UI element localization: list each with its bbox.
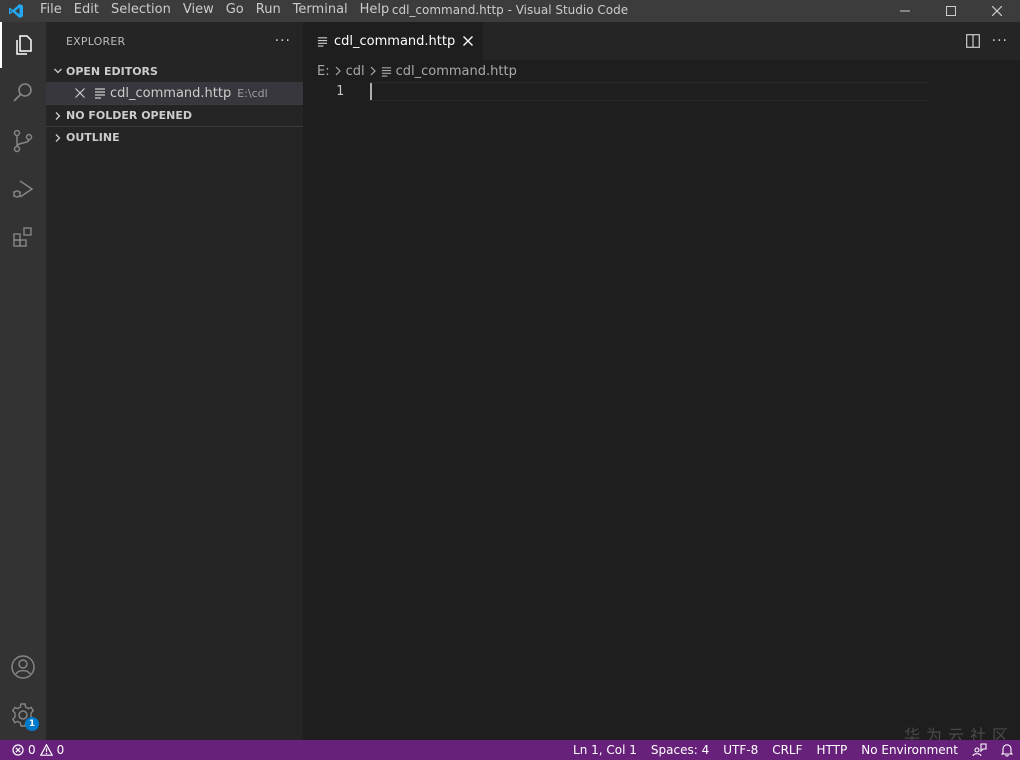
extensions-button[interactable] — [0, 214, 46, 260]
feedback-icon — [972, 743, 987, 757]
sidebar-more-actions-button[interactable]: ··· — [275, 33, 291, 49]
tab-bar: cdl_command.http ··· — [303, 22, 1020, 60]
explorer-sidebar: EXPLORER ··· OPEN EDITORS cdl_command.ht… — [46, 22, 303, 740]
tab-cdl-command-http[interactable]: cdl_command.http — [303, 22, 484, 60]
run-debug-button[interactable] — [0, 166, 46, 212]
vscode-logo-icon — [0, 0, 32, 22]
explorer-button[interactable] — [0, 22, 46, 68]
open-editor-filename: cdl_command.http — [110, 85, 232, 101]
source-control-icon — [13, 129, 33, 153]
outline-label: OUTLINE — [66, 131, 120, 144]
line-ending-status[interactable]: CRLF — [765, 740, 809, 760]
code-editor[interactable]: 1 — [303, 82, 1020, 682]
open-editor-item[interactable]: cdl_command.http E:\cdl — [46, 82, 303, 104]
notifications-button[interactable] — [994, 740, 1020, 760]
manage-settings-button[interactable]: 1 — [0, 692, 46, 738]
accounts-icon — [11, 655, 35, 679]
indentation-status[interactable]: Spaces: 4 — [644, 740, 716, 760]
warning-icon — [39, 744, 53, 756]
tab-close-button[interactable] — [463, 36, 474, 46]
problems-status[interactable]: 0 0 — [0, 743, 64, 757]
text-cursor — [370, 83, 372, 100]
chevron-down-icon — [50, 66, 66, 76]
close-editor-button[interactable] — [70, 88, 90, 98]
open-editors-section-header[interactable]: OPEN EDITORS — [46, 60, 303, 82]
status-right: Ln 1, Col 1 Spaces: 4 UTF-8 CRLF HTTP No… — [566, 740, 1020, 760]
window-controls — [882, 0, 1020, 22]
accounts-button[interactable] — [0, 644, 46, 690]
close-window-button[interactable] — [974, 0, 1020, 22]
language-mode-status[interactable]: HTTP — [810, 740, 855, 760]
explorer-icon — [16, 35, 32, 55]
file-lines-icon — [317, 36, 328, 47]
menu-bar: File Edit Selection View Go Run Terminal… — [32, 0, 395, 22]
close-icon — [992, 6, 1002, 16]
tab-label: cdl_command.http — [334, 33, 456, 49]
file-lines-icon — [381, 66, 392, 77]
source-control-button[interactable] — [0, 118, 46, 164]
chevron-right-icon — [50, 111, 66, 121]
title-bar: File Edit Selection View Go Run Terminal… — [0, 0, 1020, 22]
activity-bar: 1 — [0, 22, 46, 740]
current-line-highlight — [369, 82, 929, 101]
error-count: 0 — [28, 743, 36, 757]
run-debug-icon — [13, 180, 34, 198]
chevron-right-icon — [50, 133, 66, 143]
warning-count: 0 — [56, 743, 65, 757]
minimize-button[interactable] — [882, 0, 928, 22]
close-icon — [463, 36, 474, 46]
split-editor-icon — [965, 34, 980, 48]
cursor-position-status[interactable]: Ln 1, Col 1 — [566, 740, 644, 760]
chevron-right-icon — [334, 66, 342, 76]
menu-go[interactable]: Go — [220, 0, 250, 22]
extensions-icon — [13, 227, 32, 247]
menu-terminal[interactable]: Terminal — [287, 0, 354, 22]
search-icon — [13, 83, 32, 102]
menu-view[interactable]: View — [177, 0, 220, 22]
feedback-button[interactable] — [965, 740, 994, 760]
editor-area: cdl_command.http ··· E: cdl cdl_command.… — [303, 22, 1020, 745]
breadcrumb-drive[interactable]: E: — [317, 64, 330, 79]
environment-status[interactable]: No Environment — [854, 740, 965, 760]
no-folder-section-header[interactable]: NO FOLDER OPENED — [46, 104, 303, 126]
open-editor-path: E:\cdl — [237, 86, 268, 100]
minimize-icon — [900, 10, 910, 12]
open-editors-label: OPEN EDITORS — [66, 64, 158, 78]
editor-more-actions-button[interactable]: ··· — [992, 33, 1008, 49]
no-folder-label: NO FOLDER OPENED — [66, 109, 192, 122]
editor-actions: ··· — [965, 22, 1008, 60]
maximize-icon — [946, 6, 956, 16]
file-lines-icon — [92, 87, 108, 99]
menu-selection[interactable]: Selection — [105, 0, 177, 22]
sidebar-title: EXPLORER — [66, 34, 126, 48]
chevron-right-icon — [369, 66, 377, 76]
encoding-status[interactable]: UTF-8 — [716, 740, 765, 760]
breadcrumb-file[interactable]: cdl_command.http — [396, 64, 517, 79]
menu-run[interactable]: Run — [250, 0, 287, 22]
menu-file[interactable]: File — [32, 0, 68, 22]
close-icon — [75, 88, 85, 98]
settings-update-badge: 1 — [25, 717, 39, 731]
maximize-button[interactable] — [928, 0, 974, 22]
menu-help[interactable]: Help — [354, 0, 396, 22]
status-bar: 0 0 Ln 1, Col 1 Spaces: 4 UTF-8 CRLF HTT… — [0, 740, 1020, 760]
outline-section-header[interactable]: OUTLINE — [46, 126, 303, 148]
split-editor-button[interactable] — [965, 34, 980, 48]
error-icon — [12, 744, 24, 756]
search-button[interactable] — [0, 70, 46, 116]
line-number: 1 — [336, 84, 344, 99]
menu-edit[interactable]: Edit — [68, 0, 105, 22]
bell-icon — [1001, 744, 1013, 757]
breadcrumb-folder[interactable]: cdl — [346, 64, 365, 79]
sidebar-header: EXPLORER ··· — [46, 22, 303, 60]
breadcrumb: E: cdl cdl_command.http — [303, 60, 1020, 82]
